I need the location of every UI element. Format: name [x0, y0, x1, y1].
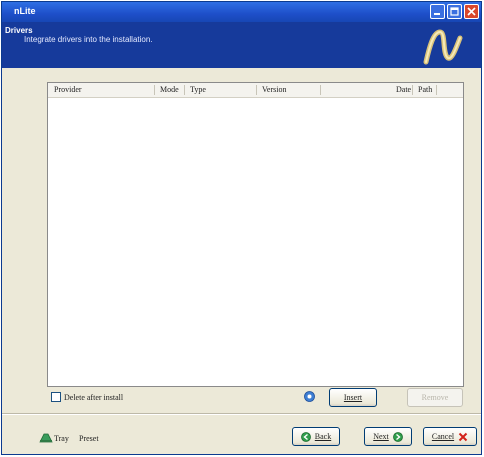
maximize-icon [450, 7, 459, 16]
minimize-icon [434, 13, 440, 15]
column-divider[interactable] [256, 85, 257, 95]
help-icon[interactable] [304, 391, 315, 402]
preset-link[interactable]: Preset [79, 434, 99, 443]
window-title: nLite [14, 6, 36, 16]
remove-button-label: Remove [421, 393, 449, 402]
title-bar[interactable]: nLite [2, 2, 481, 22]
insert-button-label: Insert [343, 393, 363, 402]
column-path[interactable]: Path [418, 83, 432, 97]
column-divider[interactable] [154, 85, 155, 95]
back-button[interactable]: Back [292, 427, 340, 446]
next-button[interactable]: Next [364, 427, 412, 446]
green-arrow-right-icon [392, 431, 403, 442]
drivers-list[interactable]: Provider Mode Type Version Date Path [47, 82, 464, 387]
maximize-button[interactable] [447, 4, 462, 19]
nlite-window: nLite Drivers Integrate drivers into the… [1, 1, 482, 455]
column-mode[interactable]: Mode [160, 83, 179, 97]
column-divider[interactable] [412, 85, 413, 95]
column-provider[interactable]: Provider [54, 83, 82, 97]
tray-link[interactable]: Tray [54, 434, 69, 443]
next-button-label: Next [373, 432, 389, 441]
column-date[interactable]: Date [396, 83, 411, 97]
page-subtitle: Integrate drivers into the installation. [24, 35, 153, 44]
column-version[interactable]: Version [262, 83, 286, 97]
back-button-label: Back [314, 432, 332, 441]
column-divider[interactable] [436, 85, 437, 95]
nlite-logo [420, 24, 464, 68]
column-type[interactable]: Type [190, 83, 206, 97]
column-divider[interactable] [320, 85, 321, 95]
close-button[interactable] [464, 4, 479, 19]
page-title: Drivers [5, 26, 33, 35]
cancel-button-label: Cancel [431, 432, 455, 441]
column-divider[interactable] [184, 85, 185, 95]
green-arrow-left-icon [300, 431, 311, 442]
tray-icon[interactable] [39, 431, 53, 443]
delete-after-install-label[interactable]: Delete after install [64, 393, 123, 402]
delete-after-install-checkbox[interactable] [51, 392, 61, 402]
red-x-icon [458, 432, 468, 441]
page-header: Drivers Integrate drivers into the insta… [2, 22, 481, 68]
footer-divider [2, 413, 481, 415]
minimize-button[interactable] [430, 4, 445, 19]
remove-button[interactable]: Remove [407, 388, 463, 407]
list-header: Provider Mode Type Version Date Path [48, 83, 463, 98]
delete-after-install-option[interactable]: Delete after install [51, 391, 123, 403]
insert-button[interactable]: Insert [329, 388, 377, 407]
close-icon [467, 7, 476, 16]
cancel-button[interactable]: Cancel [423, 427, 477, 446]
